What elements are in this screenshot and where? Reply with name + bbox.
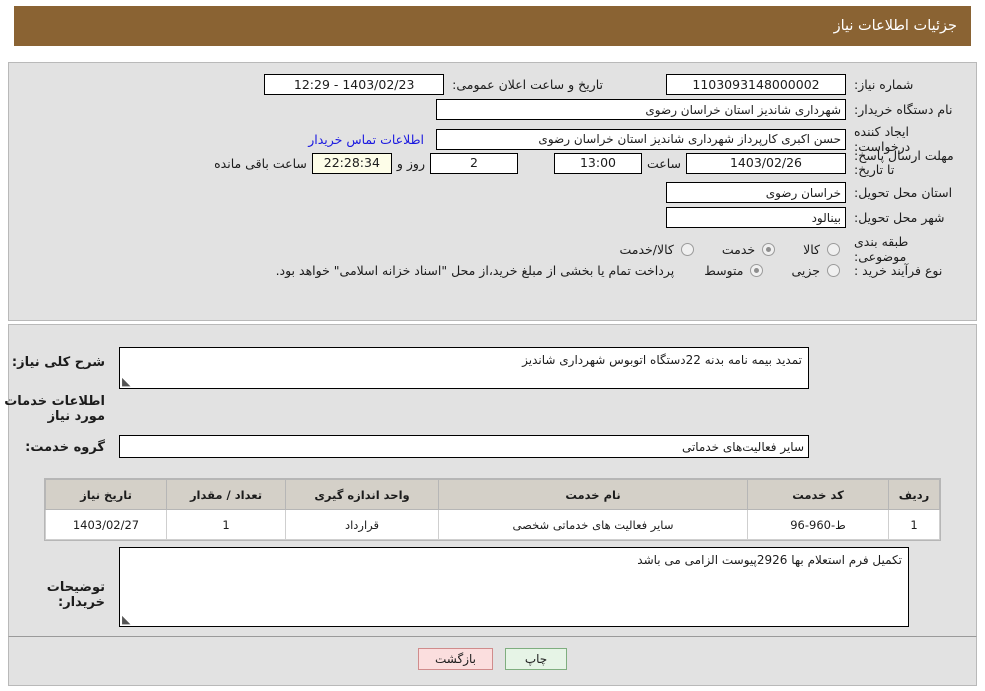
cell-quantity: 1 [166,509,286,540]
process-option-jozee[interactable]: جزیی [791,263,840,278]
process-option-jozee-label: جزیی [791,263,820,278]
deadline-days-value: 2 [429,152,518,174]
resize-grip-icon[interactable]: ◢ [122,375,132,388]
radio-icon-khedmat[interactable] [762,242,776,256]
page-header-bar: جزئیات اطلاعات نیاز [14,6,971,46]
resize-grip-icon-notes[interactable]: ◢ [122,613,132,626]
category-option-kala-khedmat[interactable]: کالا/خدمت [619,241,694,257]
radio-icon-kala-khedmat[interactable] [680,242,694,256]
announce-date-label: تاریخ و ساعت اعلان عمومی: [452,77,603,92]
category-radio-group: کالا خدمت کالا/خدمت [591,242,840,257]
category-option-kala-label: کالا [803,241,820,257]
col-unit: واحد اندازه گیری [285,479,439,510]
action-button-row: چاپ بازگشت [0,648,985,670]
col-service-code: کد خدمت [747,479,889,510]
row-province: استان محل تحویل: خراسان رضوی [666,182,964,203]
province-label: استان محل تحویل: [854,185,953,200]
process-note: پرداخت تمام یا بخشی از مبلغ خرید،از محل … [275,263,675,278]
radio-icon-jozee[interactable] [827,264,840,277]
buyer-notes-value: تکمیل فرم استعلام بها 2926پیوست الزامی م… [637,553,902,567]
category-label: طبقه بندی موضوعی: [854,234,909,264]
print-button[interactable]: چاپ [505,648,567,670]
general-need-textarea[interactable]: تمدید بیمه نامه بدنه 22دستگاه اتوبوس شهر… [119,347,809,389]
row-city: شهر محل تحویل: بینالود [666,207,964,228]
city-label: شهر محل تحویل: [854,210,945,225]
deadline-label: مهلت ارسال پاسخ: تا تاریخ: [854,148,954,177]
table-header-row: ردیف کد خدمت نام خدمت واحد اندازه گیری ت… [45,479,940,510]
col-need-date: تاریخ نیاز [45,479,167,510]
cell-service-code: ط-960-96 [747,509,889,540]
col-service-name: نام خدمت [438,479,748,510]
radio-icon-kala[interactable] [827,242,840,256]
buyer-contact-link[interactable]: اطلاعات تماس خریدار [308,132,424,147]
process-option-motavaset[interactable]: متوسط [704,263,764,278]
services-table: ردیف کد خدمت نام خدمت واحد اندازه گیری ت… [45,479,940,540]
need-number-label: شماره نیاز: [854,77,914,92]
buyer-notes-label: توضیحات خریدار: [46,580,105,610]
general-need-label: شرح کلی نیاز: [11,355,105,370]
deadline-time-label: ساعت [646,155,681,171]
services-heading: اطلاعات خدمات مورد نیاز [4,394,105,424]
deadline-date-value: 1403/02/26 [686,152,846,174]
buyer-org-label: نام دستگاه خریدار: [854,102,953,117]
col-quantity: تعداد / مقدار [166,479,286,510]
service-group-label: گروه خدمت: [25,440,105,455]
process-radio-group: جزیی متوسط [676,263,840,278]
deadline-days-label: روز و [396,155,425,171]
deadline-countdown-label: ساعت باقی مانده [214,155,307,171]
category-option-khedmat-label: خدمت [721,241,756,257]
buyer-org-value: شهرداری شاندیز استان خراسان رضوی [436,99,846,120]
deadline-time-value: 13:00 [553,152,642,174]
service-group-value-box[interactable]: سایر فعالیت‌های خدماتی [119,435,809,458]
header-region: جزئیات اطلاعات نیاز [0,0,985,58]
deadline-countdown-value: 22:28:34 [311,152,392,174]
cell-unit: قرارداد [285,509,439,540]
row-category: طبقه بندی موضوعی: کالا خدمت کالا/خدمت [591,234,964,264]
summary-panel: شماره نیاز: 1103093148000002 تاریخ و ساع… [8,62,977,321]
cell-service-name: سایر فعالیت های خدماتی شخصی [438,509,748,540]
table-row: 1 ط-960-96 سایر فعالیت های خدماتی شخصی ق… [45,509,940,540]
row-need-number: شماره نیاز: 1103093148000002 [666,74,964,95]
category-option-kala-khedmat-label: کالا/خدمت [619,241,674,257]
back-button[interactable]: بازگشت [418,648,493,670]
cell-row-no: 1 [888,509,940,540]
radio-icon-motavaset[interactable] [750,264,764,277]
service-group-value: سایر فعالیت‌های خدماتی [681,439,804,454]
page-root: جزئیات اطلاعات نیاز AnaTender.net شماره … [0,0,985,691]
province-value: خراسان رضوی [666,182,846,203]
process-label: نوع فرآیند خرید : [854,263,943,278]
row-announce-date: تاریخ و ساعت اعلان عمومی: 12:29 - 1403/0… [264,74,603,95]
general-need-value: تمدید بیمه نامه بدنه 22دستگاه اتوبوس شهر… [522,353,802,367]
announce-date-value: 12:29 - 1403/02/23 [264,74,445,95]
process-option-motavaset-label: متوسط [704,263,744,278]
page-title: جزئیات اطلاعات نیاز [833,18,957,34]
row-process: نوع فرآیند خرید : جزیی متوسط پرداخت تمام… [276,263,964,278]
need-number-value: 1103093148000002 [666,74,846,95]
cell-need-date: 1403/02/27 [45,509,167,540]
row-buyer-org: نام دستگاه خریدار: شهرداری شاندیز استان … [436,99,964,120]
buyer-notes-textarea[interactable]: تکمیل فرم استعلام بها 2926پیوست الزامی م… [119,547,909,627]
col-row-no: ردیف [888,479,940,510]
category-option-khedmat[interactable]: خدمت [721,241,776,257]
category-option-kala[interactable]: کالا [803,242,840,257]
city-value: بینالود [666,207,846,228]
row-deadline: مهلت ارسال پاسخ: تا تاریخ: 1403/02/26 سا… [209,149,964,177]
services-table-wrap: ردیف کد خدمت نام خدمت واحد اندازه گیری ت… [44,478,941,541]
requester-value: حسن اکبری کارپرداز شهرداری شاندیز استان … [436,128,846,150]
